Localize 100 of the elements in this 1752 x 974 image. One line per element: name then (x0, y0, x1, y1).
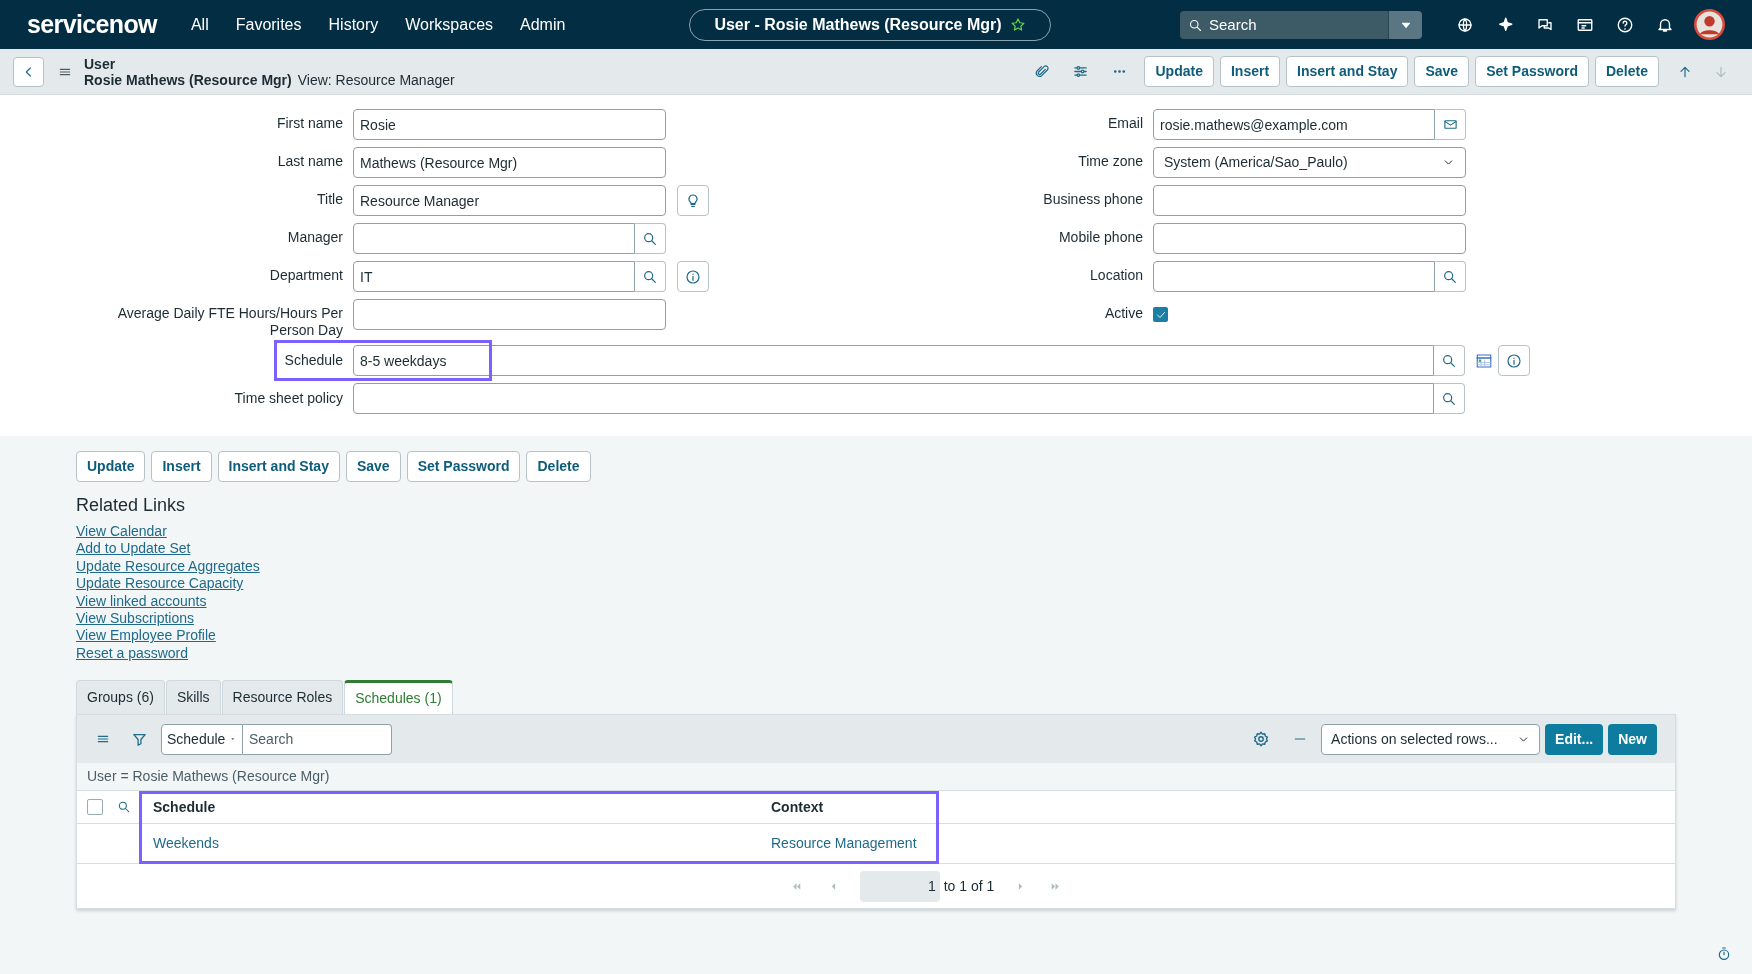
related-link[interactable]: View Subscriptions (76, 610, 195, 628)
form-button[interactable]: Delete (1594, 56, 1659, 87)
input-field[interactable]: Resource Manager (353, 185, 666, 216)
related-link[interactable]: Update Resource Aggregates (76, 557, 260, 576)
related-link[interactable]: View Employee Profile (76, 627, 216, 645)
input-field[interactable] (353, 223, 635, 254)
form-button[interactable]: Insert (1219, 56, 1281, 87)
field-label: Mobile phone (1058, 229, 1143, 246)
search-field[interactable]: Search (243, 723, 392, 755)
column-header[interactable]: Context (771, 798, 824, 815)
field-label: Email (1108, 115, 1143, 132)
record-table-name: User (84, 55, 117, 72)
input-field[interactable]: 8-5 weekdays (353, 345, 1434, 376)
paperclip-icon[interactable] (1034, 63, 1051, 80)
form-button[interactable]: Insert and Stay (1286, 56, 1409, 87)
calendar-icon[interactable] (1475, 351, 1493, 370)
field-label: First name (276, 115, 343, 132)
search-icon (1188, 17, 1203, 33)
mail-icon (1442, 117, 1458, 132)
form-button[interactable]: Update (1144, 56, 1214, 87)
field-label: Time zone (1078, 153, 1143, 170)
field-label: Location (1090, 267, 1143, 284)
nav-menu-item[interactable]: History (328, 12, 379, 37)
lookup-button[interactable] (635, 261, 666, 292)
input-field[interactable]: rosie.mathews@example.com (1153, 109, 1435, 140)
input-field[interactable]: Mathews (Resource Mgr) (353, 147, 666, 178)
field-label: Active (1104, 305, 1143, 322)
checkbox[interactable] (1153, 307, 1168, 322)
input-field[interactable] (1153, 223, 1466, 254)
field-label: Time sheet policy (234, 389, 343, 408)
actions-select[interactable]: Actions on selected rows... (1321, 723, 1541, 755)
nav-menu-item[interactable]: Admin (520, 12, 566, 37)
field-label: Department (269, 267, 343, 284)
list-button[interactable]: Edit... (1545, 723, 1604, 755)
related-link[interactable]: Add to Update Set (76, 540, 191, 558)
help-icon[interactable] (1616, 15, 1634, 34)
brand-logo[interactable]: servicenow (27, 5, 157, 44)
lookup-button[interactable] (1434, 383, 1465, 414)
email-button[interactable] (1435, 109, 1466, 140)
field-label: Manager (287, 229, 343, 246)
input-field[interactable] (1153, 185, 1466, 216)
form-button[interactable]: Insert and Stay (217, 451, 340, 482)
input-field[interactable]: IT (353, 261, 635, 292)
input-field[interactable] (353, 383, 1434, 414)
search-icon (642, 230, 658, 247)
list-button[interactable]: New (1608, 723, 1657, 755)
nav-menu-item[interactable]: Workspaces (405, 12, 494, 37)
search-dropdown-button[interactable] (1388, 10, 1422, 39)
star-icon[interactable] (1009, 16, 1026, 33)
table-cell-link[interactable]: Resource Management (771, 835, 917, 852)
lookup-button[interactable] (1435, 261, 1466, 292)
related-link[interactable]: View Calendar (76, 523, 167, 541)
search-column-select[interactable]: Schedule (161, 723, 243, 755)
info-button[interactable] (677, 261, 709, 292)
tab[interactable]: Skills (165, 680, 221, 715)
select-all-checkbox[interactable] (87, 799, 103, 816)
related-link[interactable]: Update Resource Capacity (76, 575, 244, 593)
lookup-button[interactable] (635, 223, 666, 254)
search-field[interactable]: Search (1180, 10, 1388, 39)
lookup-button[interactable] (1434, 345, 1465, 376)
related-link[interactable]: Reset a password (76, 644, 189, 663)
input-field[interactable] (1153, 261, 1435, 292)
form-button[interactable]: Update (76, 451, 146, 482)
form-button[interactable]: Delete (526, 451, 591, 482)
search-icon[interactable] (117, 800, 131, 815)
select-field[interactable]: System (America/Sao_Paulo) (1153, 147, 1466, 178)
nav-menu-item[interactable]: All (190, 12, 209, 37)
column-header[interactable]: Schedule (153, 798, 216, 815)
globe-icon[interactable] (1456, 15, 1474, 34)
filter-breadcrumb: User = Rosie Mathews (Resource Mgr) (77, 763, 1675, 792)
search-icon (1441, 352, 1457, 369)
input-field[interactable]: Rosie (353, 109, 666, 140)
related-link[interactable]: View linked accounts (76, 592, 207, 611)
page-number-field[interactable]: 1 (859, 870, 940, 902)
info-button[interactable] (1498, 345, 1530, 376)
settings-icon[interactable] (1252, 730, 1271, 749)
field-label: Last name (277, 153, 343, 170)
table-cell-link[interactable]: Weekends (153, 835, 219, 852)
timer-icon[interactable] (1716, 946, 1732, 962)
suggestion-button[interactable] (677, 185, 709, 216)
form-button[interactable]: Save (1414, 56, 1470, 87)
info-icon (1506, 352, 1522, 369)
sliders-icon[interactable] (1072, 63, 1090, 80)
tab[interactable]: Schedules (1) (344, 680, 453, 715)
form-button[interactable]: Save (345, 451, 401, 482)
search-icon (642, 268, 658, 285)
nav-menu-item[interactable]: Favorites (235, 12, 302, 37)
form-button[interactable]: Set Password (1475, 56, 1589, 87)
tab[interactable]: Groups (6) (76, 680, 165, 715)
tab[interactable]: Resource Roles (221, 680, 344, 715)
lightbulb-icon (685, 192, 701, 209)
avatar-icon[interactable] (1694, 9, 1725, 40)
search-icon (1441, 390, 1457, 407)
form-button[interactable]: Set Password (406, 451, 521, 482)
view-name: View: Resource Manager (297, 71, 455, 88)
form-button[interactable]: Insert (151, 451, 212, 482)
sparkle-icon[interactable] (1496, 15, 1514, 34)
info-icon (685, 268, 701, 285)
input-field[interactable] (353, 299, 666, 330)
search-icon (1442, 268, 1458, 285)
